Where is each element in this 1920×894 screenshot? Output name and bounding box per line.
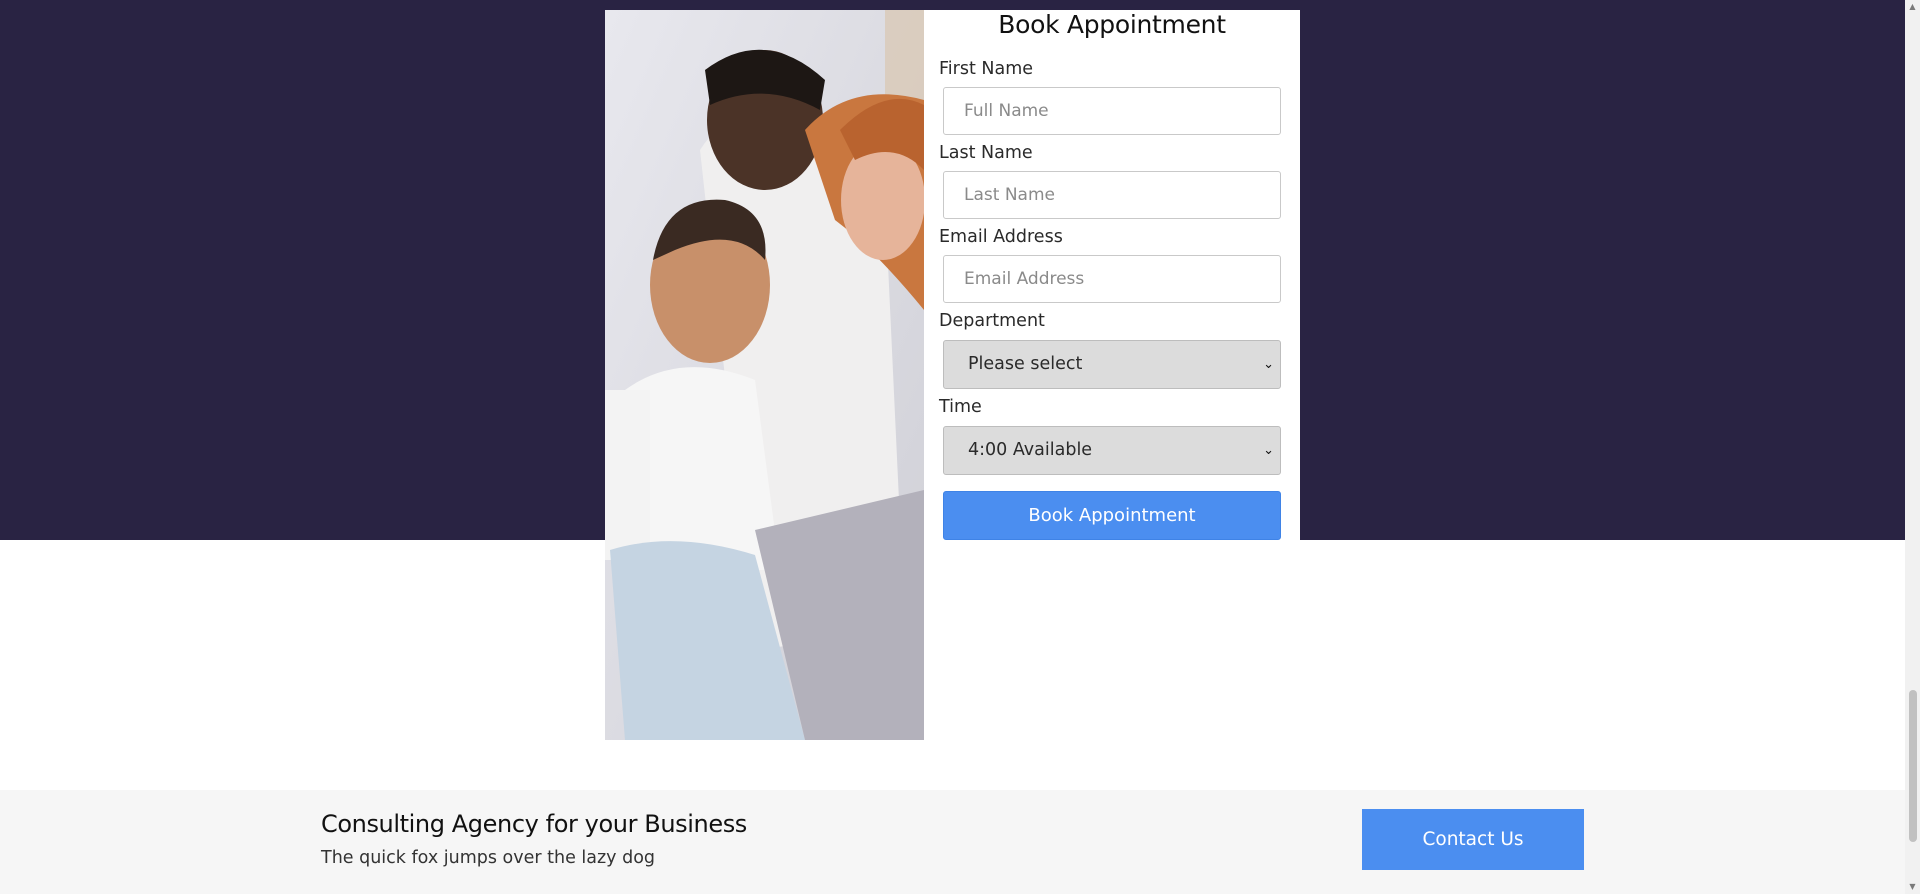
book-appointment-button[interactable]: Book Appointment [943, 491, 1281, 540]
last-name-field[interactable] [943, 171, 1281, 219]
email-field[interactable] [943, 255, 1281, 303]
contact-us-button[interactable]: Contact Us [1362, 809, 1584, 870]
page-scrollbar[interactable]: ▲ ▼ [1905, 0, 1920, 894]
first-name-label: First Name [939, 59, 1034, 79]
department-select[interactable]: Please select ⌄ [943, 340, 1281, 389]
chevron-down-icon: ⌄ [1263, 443, 1274, 458]
footer-title: Consulting Agency for your Business [321, 810, 747, 838]
footer-subtitle: The quick fox jumps over the lazy dog [321, 848, 656, 868]
first-name-field[interactable] [943, 87, 1281, 135]
email-label: Email Address [939, 227, 1063, 247]
time-label: Time [939, 397, 982, 417]
family-photo [605, 10, 924, 740]
department-selected-value: Please select [968, 354, 1083, 374]
footer-cta: Consulting Agency for your Business The … [0, 790, 1905, 894]
arrow-up-icon[interactable]: ▲ [1905, 0, 1920, 14]
arrow-down-icon[interactable]: ▼ [1905, 880, 1920, 894]
form-title: Book Appointment [998, 10, 1226, 39]
scrollbar-thumb[interactable] [1909, 690, 1917, 842]
chevron-down-icon: ⌄ [1263, 357, 1274, 372]
department-label: Department [939, 311, 1045, 331]
last-name-label: Last Name [939, 143, 1033, 163]
family-photo-illustration [605, 10, 924, 740]
appointment-form: Book Appointment First Name Last Name Em… [924, 10, 1300, 540]
time-selected-value: 4:00 Available [968, 440, 1093, 460]
time-select[interactable]: 4:00 Available ⌄ [943, 426, 1281, 475]
